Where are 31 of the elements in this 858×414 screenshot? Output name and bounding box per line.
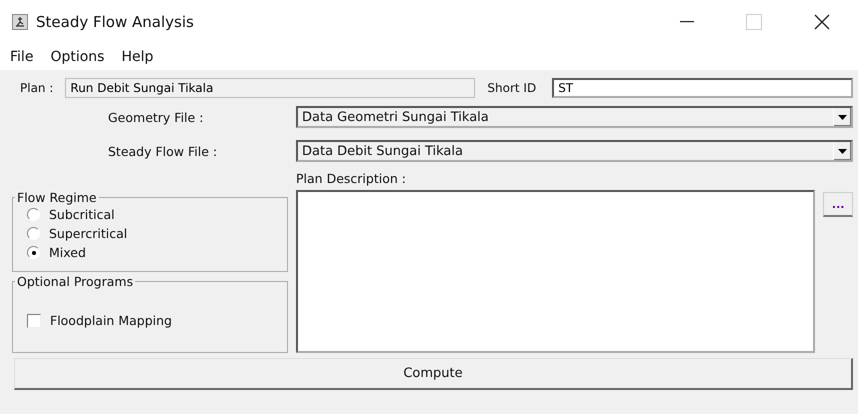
compute-button[interactable]: Compute [14, 358, 853, 390]
radio-button[interactable] [27, 208, 40, 221]
plan-field[interactable]: Run Debit Sungai Tikala [65, 78, 476, 98]
window-title: Steady Flow Analysis [36, 13, 194, 31]
file-dropdown[interactable]: Data Geometri Sungai Tikala [296, 106, 853, 128]
radio-button[interactable] [27, 246, 40, 259]
dropdown-arrow-icon [838, 114, 847, 120]
group-title: Optional Programs [16, 274, 134, 289]
radio-label: Mixed [49, 245, 86, 260]
dropdown-label: Steady Flow File : [107, 144, 218, 158]
checkbox[interactable] [27, 314, 41, 328]
menu-item[interactable]: Options [50, 49, 104, 65]
radio-button[interactable] [27, 227, 40, 240]
short-id-label: Short ID [487, 81, 536, 95]
dropdown-label: Geometry File : [107, 110, 204, 124]
ellipsis-button[interactable]: ... [823, 192, 853, 217]
plan-label: Plan : [20, 81, 54, 95]
dropdown-arrow-icon [838, 148, 847, 154]
group-title: Flow Regime [16, 190, 98, 205]
radio-label: Supercritical [49, 226, 128, 241]
file-dropdown[interactable]: Data Debit Sungai Tikala [296, 140, 853, 162]
menu-item[interactable]: File [10, 49, 34, 65]
minimize-icon[interactable] [680, 21, 694, 23]
close-icon[interactable] [814, 14, 830, 30]
app-icon [12, 14, 28, 30]
plan-description-label: Plan Description : [296, 170, 406, 186]
radio-label: Subcritical [49, 207, 115, 222]
checkbox-label: Floodplain Mapping [50, 313, 172, 328]
plan-description-field[interactable] [296, 190, 816, 353]
short-id-field[interactable]: ST [552, 78, 853, 98]
menu-item[interactable]: Help [121, 49, 154, 65]
